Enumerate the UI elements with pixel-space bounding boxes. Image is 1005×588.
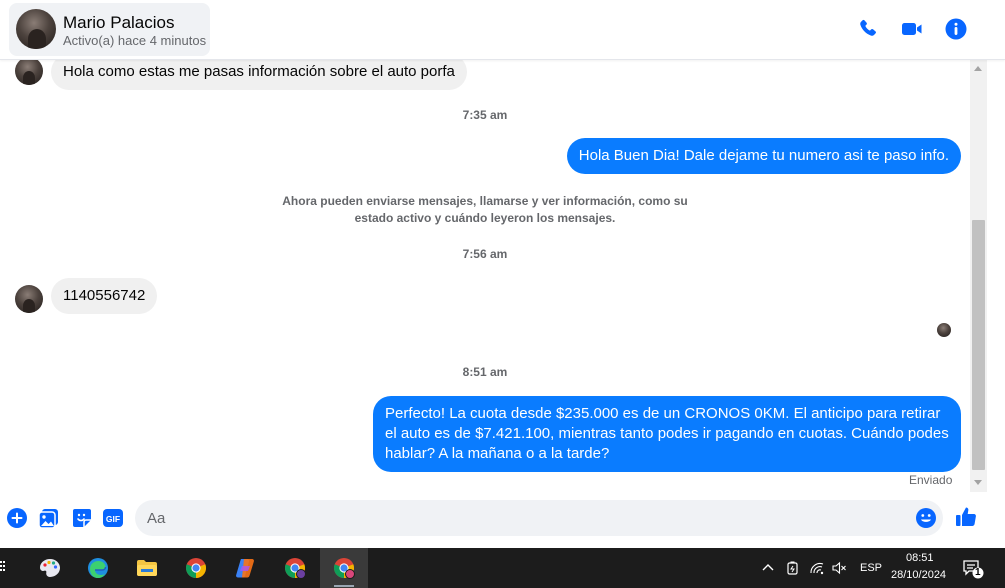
palette-icon	[40, 559, 60, 577]
scroll-thumb[interactable]	[972, 220, 985, 470]
like-icon[interactable]	[954, 505, 978, 529]
taskbar-chrome-app[interactable]	[172, 548, 220, 588]
message-input[interactable]	[147, 500, 907, 536]
tray-chevron-up-icon[interactable]	[760, 560, 776, 576]
copilot-icon	[236, 559, 254, 578]
chrome-active-icon	[333, 558, 355, 579]
sticker-icon[interactable]	[70, 506, 94, 530]
chat-header: Mario Palacios Activo(a) hace 4 minutos	[0, 0, 1005, 60]
scroll-down-arrow[interactable]	[974, 480, 982, 485]
active-indicator	[334, 585, 354, 587]
battery-icon[interactable]	[785, 560, 801, 576]
incoming-message[interactable]: 1140556742	[51, 278, 158, 314]
taskbar-chrome-profile-app[interactable]	[271, 548, 319, 588]
sender-avatar[interactable]	[15, 285, 43, 313]
taskbar-edge-app[interactable]	[74, 548, 122, 588]
taskbar-paint-app[interactable]	[26, 548, 74, 588]
plus-icon[interactable]	[5, 506, 29, 530]
windows-taskbar: ESP 08:51 28/10/2024 1	[0, 548, 1005, 588]
timestamp: 8:51 am	[462, 365, 508, 379]
emoji-icon[interactable]	[914, 506, 938, 530]
info-icon[interactable]	[944, 17, 968, 41]
contact-status: Activo(a) hace 4 minutos	[63, 33, 207, 48]
timestamp: 7:35 am	[462, 108, 508, 122]
contact-card[interactable]: Mario Palacios Activo(a) hace 4 minutos	[9, 3, 210, 56]
phone-icon[interactable]	[856, 17, 880, 41]
video-icon[interactable]	[900, 17, 924, 41]
messenger-window: Mario Palacios Activo(a) hace 4 minutos …	[0, 0, 1005, 588]
seen-indicator-avatar	[937, 323, 951, 337]
gif-icon[interactable]: GIF	[101, 506, 125, 530]
muted-speaker-icon[interactable]	[831, 560, 847, 576]
chrome-icon	[185, 558, 207, 578]
svg-text:GIF: GIF	[106, 514, 120, 524]
sender-avatar[interactable]	[15, 60, 43, 85]
scrollbar[interactable]	[970, 60, 987, 492]
folder-icon	[137, 560, 157, 576]
taskbar-copilot-app[interactable]	[221, 548, 269, 588]
message-input-box[interactable]	[135, 500, 943, 536]
clock-date[interactable]: 28/10/2024	[891, 569, 946, 581]
wifi-icon[interactable]	[809, 560, 825, 576]
contact-name[interactable]: Mario Palacios	[63, 13, 175, 33]
outgoing-message[interactable]: Perfecto! La cuota desde $235.000 es de …	[373, 396, 961, 472]
contact-avatar[interactable]	[16, 9, 56, 49]
system-notice: Ahora pueden enviarse mensajes, llamarse…	[282, 194, 688, 225]
scroll-up-arrow[interactable]	[974, 66, 982, 71]
gallery-icon[interactable]	[37, 506, 61, 530]
timestamp: 7:56 am	[462, 247, 508, 261]
notification-count: 1	[975, 567, 981, 578]
incoming-message[interactable]: Hola como estas me pasas información sob…	[51, 60, 467, 90]
widgets-edge[interactable]	[0, 560, 6, 574]
message-list: Hola como estas me pasas información sob…	[0, 60, 970, 490]
taskbar-explorer-app[interactable]	[123, 548, 171, 588]
notification-icon[interactable]: 1	[962, 558, 984, 580]
language-indicator[interactable]: ESP	[860, 562, 882, 574]
composer-bar: GIF	[0, 492, 1005, 548]
sent-status: Enviado	[909, 473, 953, 487]
taskbar-chrome-active-app[interactable]	[320, 548, 368, 588]
outgoing-message[interactable]: Hola Buen Dia! Dale dejame tu numero asi…	[566, 138, 961, 174]
edge-icon	[88, 558, 108, 578]
clock-time[interactable]: 08:51	[906, 552, 934, 564]
chrome-profile-icon	[284, 558, 306, 579]
